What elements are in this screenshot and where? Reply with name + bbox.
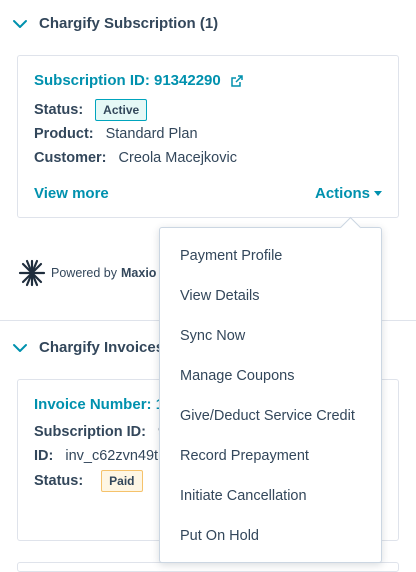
menu-item-record-prepayment[interactable]: Record Prepayment bbox=[160, 436, 381, 476]
invoice-subscription-id-label: Subscription ID: bbox=[34, 424, 146, 440]
menu-item-manage-coupons[interactable]: Manage Coupons bbox=[160, 356, 381, 396]
product-label: Product: bbox=[34, 126, 94, 142]
menu-item-view-details[interactable]: View Details bbox=[160, 276, 381, 316]
subscription-section-title: Chargify Subscription (1) bbox=[39, 15, 219, 32]
powered-by-text: Powered by bbox=[51, 266, 118, 280]
subscription-card: Subscription ID: 91342290 Status: Active… bbox=[17, 55, 399, 218]
status-label: Status: bbox=[34, 102, 84, 118]
subscription-id-link[interactable]: Subscription ID: 91342290 bbox=[34, 72, 221, 89]
actions-button[interactable]: Actions bbox=[315, 185, 382, 202]
subscription-id-row: Subscription ID: 91342290 bbox=[34, 72, 243, 90]
menu-item-sync-now[interactable]: Sync Now bbox=[160, 316, 381, 356]
actions-dropdown-menu: Payment Profile View Details Sync Now Ma… bbox=[159, 216, 382, 563]
invoice-number-link[interactable]: Invoice Number: 1 bbox=[34, 396, 164, 413]
customer-label: Customer: bbox=[34, 150, 107, 166]
menu-item-give-deduct-service-credit[interactable]: Give/Deduct Service Credit bbox=[160, 396, 381, 436]
invoices-section-header[interactable]: Chargify Invoices bbox=[12, 339, 164, 356]
invoice-id-value: inv_c62zvn49t bbox=[65, 448, 159, 464]
status-row: Status: Active bbox=[34, 99, 148, 121]
maxio-brand-text: Maxio bbox=[121, 266, 157, 280]
external-link-icon[interactable] bbox=[231, 75, 243, 87]
chevron-down-icon bbox=[13, 19, 27, 28]
invoice-status-row: Status: Paid bbox=[34, 470, 143, 492]
invoice-status-badge: Paid bbox=[101, 470, 143, 492]
powered-by-maxio: Powered by Maxio bbox=[17, 258, 156, 288]
invoice-status-label: Status: bbox=[34, 473, 84, 489]
product-row: Product: Standard Plan bbox=[34, 126, 198, 142]
product-value: Standard Plan bbox=[105, 126, 198, 142]
status-badge: Active bbox=[95, 99, 148, 121]
dropdown-caret bbox=[339, 216, 362, 239]
customer-value: Creola Macejkovic bbox=[118, 150, 237, 166]
subscription-section-header[interactable]: Chargify Subscription (1) bbox=[12, 15, 218, 32]
menu-item-put-on-hold[interactable]: Put On Hold bbox=[160, 516, 381, 556]
chevron-down-icon bbox=[13, 343, 27, 352]
caret-down-icon bbox=[374, 190, 382, 196]
invoice-id-label: ID: bbox=[34, 448, 54, 464]
customer-row: Customer: Creola Macejkovic bbox=[34, 150, 237, 166]
view-more-link[interactable]: View more bbox=[34, 185, 109, 202]
invoices-section-title: Chargify Invoices bbox=[39, 339, 165, 356]
menu-item-initiate-cancellation[interactable]: Initiate Cancellation bbox=[160, 476, 381, 516]
next-card-edge bbox=[17, 562, 399, 572]
menu-item-payment-profile[interactable]: Payment Profile bbox=[160, 236, 381, 276]
actions-label: Actions bbox=[314, 185, 370, 202]
invoice-subscription-id-row: Subscription ID: 9 bbox=[34, 424, 166, 440]
invoice-id-row: ID: inv_c62zvn49t bbox=[34, 448, 158, 464]
maxio-logo-icon bbox=[18, 259, 46, 287]
